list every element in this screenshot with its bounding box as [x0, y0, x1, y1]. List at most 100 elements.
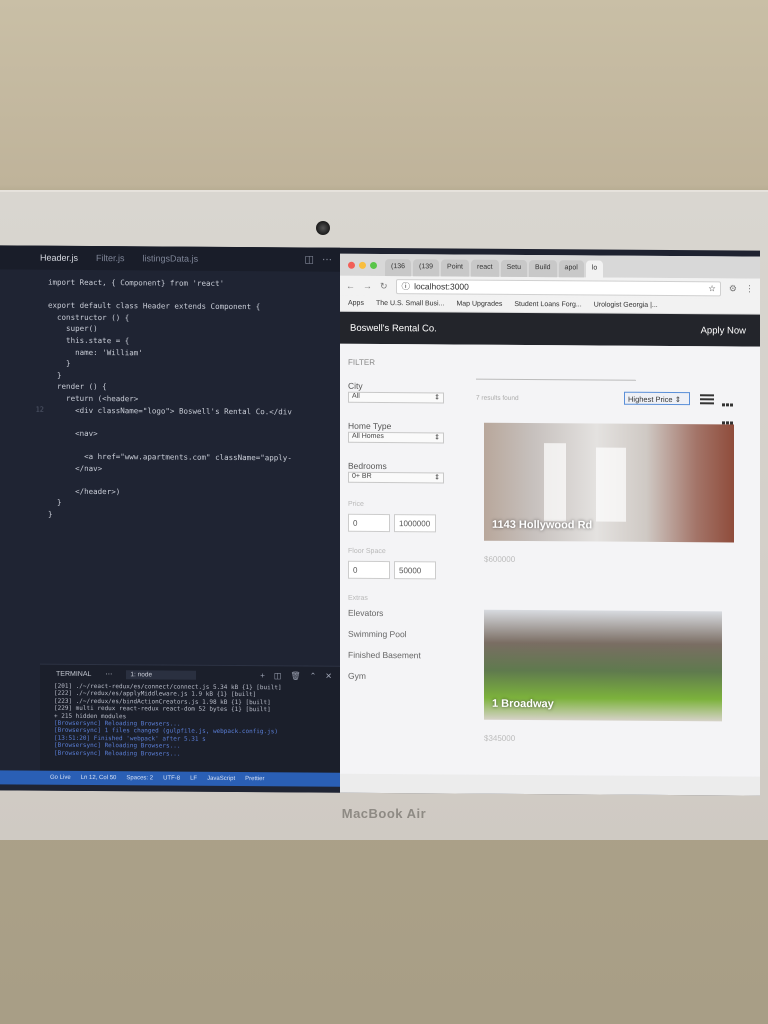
chevron-down-icon: ⇕ — [434, 394, 440, 402]
code-line: </header>) — [48, 486, 121, 496]
code-line: return (<header> — [48, 393, 139, 404]
listing-photo: 1143 Hollywood Rd — [484, 422, 734, 543]
city-select[interactable]: All ⇕ — [348, 391, 444, 404]
list-view-icon[interactable] — [700, 394, 714, 405]
status-item[interactable]: JavaScript — [207, 776, 235, 782]
chevron-down-icon: ⇕ — [434, 434, 440, 442]
code-line: } — [48, 358, 71, 369]
apply-now-link[interactable]: Apply Now — [701, 325, 746, 336]
code-line: } — [48, 498, 62, 508]
editor-tab[interactable]: Header.js — [40, 253, 78, 263]
grid-view-icon[interactable] — [722, 394, 736, 425]
bookmark-item[interactable]: Student Loans Forg... — [514, 301, 581, 308]
code-line: name: 'William' — [48, 347, 143, 357]
site-header: Boswell's Rental Co. Apply Now — [340, 311, 760, 347]
trash-icon[interactable]: 🗑 — [290, 671, 300, 680]
results-count: 7 results found — [476, 394, 519, 402]
listing-photo: 1 Broadway — [484, 609, 722, 722]
extra-checkbox[interactable]: Gym — [348, 671, 458, 682]
more-icon[interactable]: ⋯ — [322, 254, 332, 265]
bookmark-item[interactable]: The U.S. Small Busi... — [376, 300, 444, 307]
browser-window: (136 (139 Point react Setu Build apol lo… — [340, 253, 760, 796]
browser-tab-strip: (136 (139 Point react Setu Build apol lo — [340, 253, 760, 279]
laptop-brand: MacBook Air — [341, 806, 427, 821]
status-item[interactable]: LF — [190, 776, 197, 782]
sort-select[interactable]: Highest Price ⇕ — [624, 391, 690, 406]
chevron-down-icon: ⇕ — [434, 474, 440, 482]
status-item[interactable]: Prettier — [245, 776, 264, 782]
code-line: </nav> — [48, 463, 103, 473]
more-icon[interactable]: ⋯ — [105, 670, 112, 678]
editor-tab[interactable]: listingsData.js — [143, 253, 199, 263]
code-line: render () { — [48, 382, 107, 392]
forward-icon[interactable]: → — [363, 281, 372, 291]
add-terminal-icon[interactable]: + — [260, 671, 265, 680]
browser-tab[interactable]: apol — [558, 260, 584, 278]
terminal-shell-select[interactable]: 1: node — [126, 669, 197, 680]
listing-address: 1143 Hollywood Rd — [492, 518, 593, 532]
price-label: Price — [348, 500, 364, 508]
max-price-input[interactable]: 1000000 — [394, 514, 436, 533]
site-content: FILTER City All ⇕ Home Type All Homes ⇕ Be… — [340, 343, 760, 777]
status-item[interactable]: UTF-8 — [163, 775, 180, 781]
webcam — [316, 221, 330, 235]
editor-tab[interactable]: Filter.js — [96, 253, 125, 263]
listings-area: 7 results found Highest Price ⇕ 1143 Hol… — [468, 345, 758, 777]
minimize-window-icon[interactable] — [359, 261, 366, 269]
close-icon[interactable]: ✕ — [325, 671, 332, 680]
bedrooms-select[interactable]: 0+ BR ⇕ — [348, 471, 444, 484]
filter-sidebar: FILTER City All ⇕ Home Type All Homes ⇕ Be… — [348, 344, 458, 775]
close-window-icon[interactable] — [348, 261, 355, 269]
city-label: City — [348, 380, 363, 391]
back-icon[interactable]: ← — [346, 281, 355, 291]
extras-label: Extras — [348, 594, 368, 602]
star-icon[interactable]: ☆ — [708, 283, 720, 294]
browser-tab[interactable]: Setu — [500, 259, 527, 278]
browser-tab[interactable]: Build — [528, 260, 557, 278]
code-line: export default class Header extends Comp… — [48, 300, 261, 312]
listing-address: 1 Broadway — [492, 697, 554, 711]
maximize-window-icon[interactable] — [370, 261, 377, 269]
chevron-up-icon[interactable]: ⌃ — [310, 671, 317, 680]
browser-tab[interactable]: (136 — [385, 259, 412, 277]
listing-card[interactable]: 1 Broadway $345000 — [484, 609, 734, 745]
menu-icon[interactable]: ⋮ — [745, 283, 754, 294]
code-area[interactable]: import React, { Component} from 'react' e… — [0, 269, 340, 661]
extra-checkbox[interactable]: Elevators — [348, 608, 458, 619]
listing-price: $345000 — [484, 733, 516, 743]
max-floor-input[interactable]: 50000 — [394, 561, 436, 580]
extension-icon[interactable]: ⚙ — [729, 283, 737, 294]
min-price-input[interactable]: 0 — [348, 513, 390, 533]
search-input[interactable] — [476, 378, 636, 381]
split-editor-icon[interactable]: ◫ — [305, 254, 314, 265]
address-bar[interactable]: ⓘ localhost:3000 ☆ — [395, 278, 721, 296]
info-icon: ⓘ — [401, 281, 411, 292]
code-line: <nav> — [48, 428, 98, 438]
min-floor-input[interactable]: 0 — [348, 560, 390, 580]
home-type-select[interactable]: All Homes ⇕ — [348, 431, 444, 444]
status-item[interactable]: Spaces: 2 — [126, 775, 153, 781]
browser-tab[interactable]: react — [471, 259, 499, 277]
split-terminal-icon[interactable]: ◫ — [274, 671, 282, 680]
url-text: localhost:3000 — [414, 281, 469, 292]
status-item[interactable]: Ln 12, Col 50 — [81, 775, 117, 781]
listing-price: $600000 — [484, 554, 516, 564]
floor-space-label: Floor Space — [348, 547, 386, 556]
browser-tab-active[interactable]: lo — [585, 260, 604, 278]
browser-tab[interactable]: (139 — [413, 259, 440, 277]
code-line: constructor () { — [48, 312, 130, 323]
terminal-tab[interactable]: TERMINAL — [56, 670, 91, 677]
extra-checkbox[interactable]: Swimming Pool — [348, 629, 458, 640]
code-line: this.state = { — [48, 335, 130, 346]
reload-icon[interactable]: ↻ — [380, 281, 388, 292]
code-editor: Header.js Filter.js listingsData.js ◫ ⋯ … — [0, 245, 340, 793]
status-item[interactable]: Go Live — [50, 775, 71, 781]
apps-bookmark[interactable]: Apps — [348, 300, 364, 307]
line-number: 12 — [35, 405, 44, 414]
bookmark-item[interactable]: Map Upgrades — [456, 301, 502, 308]
listing-card[interactable]: 1143 Hollywood Rd $600000 — [484, 422, 734, 566]
bookmark-item[interactable]: Urologist Georgia |... — [594, 301, 658, 308]
extra-checkbox[interactable]: Finished Basement — [348, 650, 458, 661]
site-logo: Boswell's Rental Co. — [350, 322, 437, 334]
browser-tab[interactable]: Point — [441, 259, 469, 277]
